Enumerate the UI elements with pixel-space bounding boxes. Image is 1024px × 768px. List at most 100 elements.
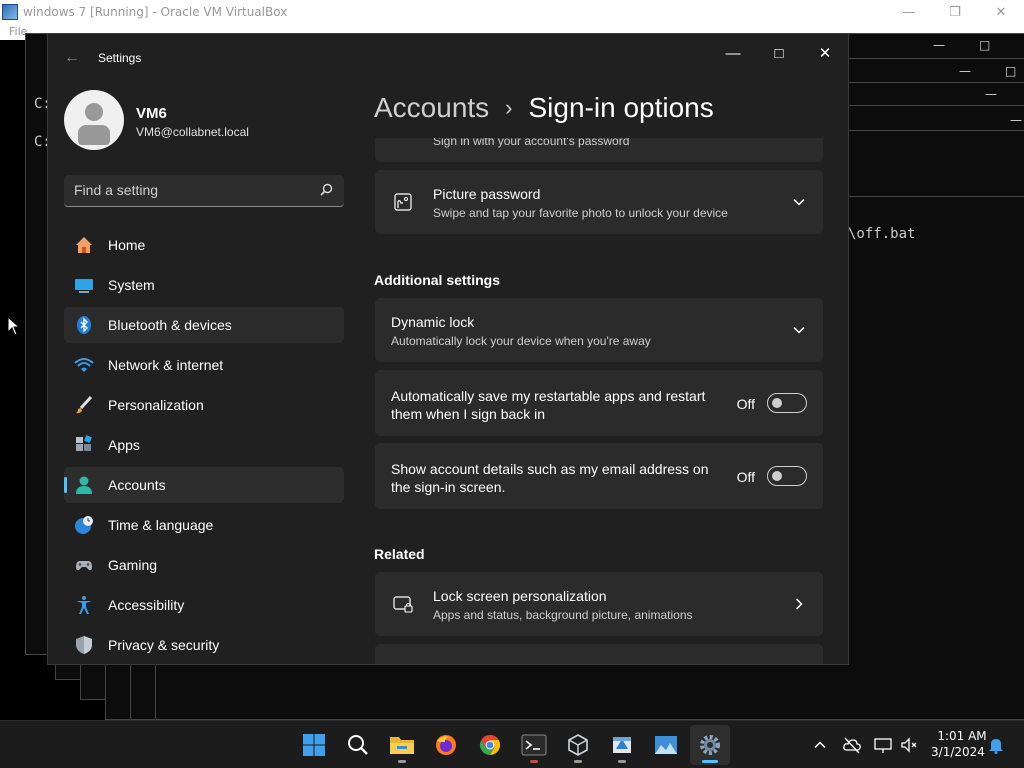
start-button[interactable] [294, 725, 334, 765]
sidebar-item-label: Gaming [108, 557, 158, 573]
windows-logo-icon [303, 734, 325, 756]
maximize-button[interactable]: □ [756, 38, 802, 68]
restart-apps-label-line2: them when I sign back in [391, 406, 546, 422]
search-icon[interactable] [318, 182, 334, 198]
shield-icon [74, 635, 94, 655]
firefox-button[interactable] [426, 725, 466, 765]
avatar[interactable] [64, 90, 124, 150]
terminal-button[interactable] [514, 725, 554, 765]
volume-muted-icon[interactable] [899, 735, 919, 755]
clock-time[interactable]: 1:01 AM [932, 729, 992, 743]
sidebar-item-label: Accounts [108, 477, 166, 493]
avatar-body-shape [78, 125, 110, 145]
toggle-state-label: Off [736, 469, 755, 485]
vm-app-button[interactable] [602, 725, 642, 765]
accessibility-icon [74, 595, 94, 615]
console-text-fragment: \off.bat [848, 226, 916, 242]
password-subtitle: Sign in with your account's password [433, 138, 630, 148]
breadcrumb-parent[interactable]: Accounts [374, 92, 489, 124]
page-title: Sign-in options [528, 92, 714, 123]
breadcrumb: Accounts › Sign-in options [374, 92, 714, 124]
running-indicator [530, 760, 538, 763]
close-button[interactable]: ✕ [802, 38, 848, 68]
chrome-button[interactable] [470, 725, 510, 765]
partial-card[interactable] [375, 644, 823, 664]
host-close-button[interactable]: ✕ [978, 0, 1024, 24]
profile-name: VM6 [136, 105, 167, 122]
sidebar-item-privacy-security[interactable]: Privacy & security [64, 627, 344, 663]
lock-screen-card[interactable]: Lock screen personalization Apps and sta… [375, 572, 823, 636]
mouse-cursor-icon [7, 316, 20, 336]
background-minimize-icon[interactable]: — [985, 87, 997, 101]
settings-window[interactable]: ← Settings — □ ✕ VM6 VM6@collabnet.local [47, 33, 849, 665]
related-heading: Related [374, 546, 425, 562]
chevron-down-icon[interactable] [793, 324, 805, 336]
background-minimize-icon[interactable]: — [1010, 113, 1022, 127]
settings-taskbar-button[interactable] [690, 725, 730, 765]
cloud-off-icon[interactable] [842, 735, 862, 755]
sidebar-item-network[interactable]: Network & internet [64, 347, 344, 383]
search-input[interactable] [74, 182, 309, 198]
toggle-knob [772, 398, 782, 408]
additional-settings-heading: Additional settings [374, 272, 500, 288]
account-details-label-line1: Show account details such as my email ad… [391, 461, 709, 477]
minimize-button[interactable]: — [710, 38, 756, 68]
back-arrow-icon[interactable]: ← [64, 49, 80, 67]
sidebar-item-system[interactable]: System [64, 267, 344, 303]
sidebar-item-accessibility[interactable]: Accessibility [64, 587, 344, 623]
sidebar-item-label: Network & internet [108, 357, 224, 373]
host-restore-button[interactable]: ❐ [932, 0, 978, 24]
virtualbox-icon [2, 4, 18, 20]
search-button[interactable] [338, 725, 378, 765]
password-card[interactable]: Sign in with your account's password [375, 138, 823, 162]
active-indicator [702, 760, 718, 763]
lock-screen-subtitle: Apps and status, background picture, ani… [433, 608, 693, 622]
file-explorer-button[interactable] [382, 725, 422, 765]
background-minimize-icon[interactable]: — [959, 64, 971, 78]
toggle-state-label: Off [736, 396, 755, 412]
dynamic-lock-card[interactable]: Dynamic lock Automatically lock your dev… [375, 298, 823, 362]
sidebar-item-apps[interactable]: Apps [64, 427, 344, 463]
bluetooth-icon [74, 315, 94, 335]
network-icon[interactable] [873, 735, 893, 755]
sidebar-item-time-language[interactable]: Time & language [64, 507, 344, 543]
chevron-right-icon[interactable] [793, 598, 805, 610]
sidebar-item-personalization[interactable]: Personalization [64, 387, 344, 423]
chevron-down-icon[interactable] [793, 196, 805, 208]
sidebar-item-label: Privacy & security [108, 637, 220, 653]
background-maximize-icon[interactable]: □ [1005, 64, 1016, 78]
sidebar-item-label: System [108, 277, 155, 293]
firefox-icon [436, 735, 456, 755]
picture-password-card[interactable]: Picture password Swipe and tap your favo… [375, 170, 823, 234]
chevron-up-icon[interactable] [810, 735, 830, 755]
folder-icon [390, 737, 414, 754]
taskbar [0, 720, 1024, 768]
sidebar-item-home[interactable]: Home [64, 227, 344, 263]
terminal-icon [521, 734, 547, 756]
sidebar-item-bluetooth-devices[interactable]: Bluetooth & devices [64, 307, 344, 343]
sidebar-item-label: Time & language [108, 517, 214, 533]
image-app-icon [655, 736, 677, 754]
sidebar-item-label: Accessibility [108, 597, 185, 613]
virtualbox-button[interactable] [558, 725, 598, 765]
sidebar-item-label: Home [108, 237, 146, 253]
toggle-knob [772, 471, 782, 481]
image-app-button[interactable] [646, 725, 686, 765]
sidebar-item-accounts[interactable]: Accounts [64, 467, 344, 503]
lock-screen-icon [393, 596, 413, 613]
running-indicator [574, 760, 582, 763]
background-minimize-icon[interactable]: — [933, 38, 945, 52]
restart-apps-label-line1: Automatically save my restartable apps a… [391, 388, 706, 404]
search-box[interactable] [64, 175, 344, 207]
clock-date[interactable]: 3/1/2024 [928, 745, 988, 759]
host-minimize-button[interactable]: — [886, 0, 932, 24]
vm-app-icon [613, 737, 631, 753]
sidebar-item-gaming[interactable]: Gaming [64, 547, 344, 583]
dynamic-lock-title: Dynamic lock [391, 314, 475, 330]
main-content[interactable]: Sign in with your account's password Pic… [374, 138, 824, 664]
system-icon [74, 275, 94, 295]
background-maximize-icon[interactable]: □ [979, 38, 990, 52]
account-details-toggle[interactable] [767, 466, 807, 486]
restart-apps-toggle[interactable] [767, 393, 807, 413]
picture-password-title: Picture password [433, 186, 541, 202]
